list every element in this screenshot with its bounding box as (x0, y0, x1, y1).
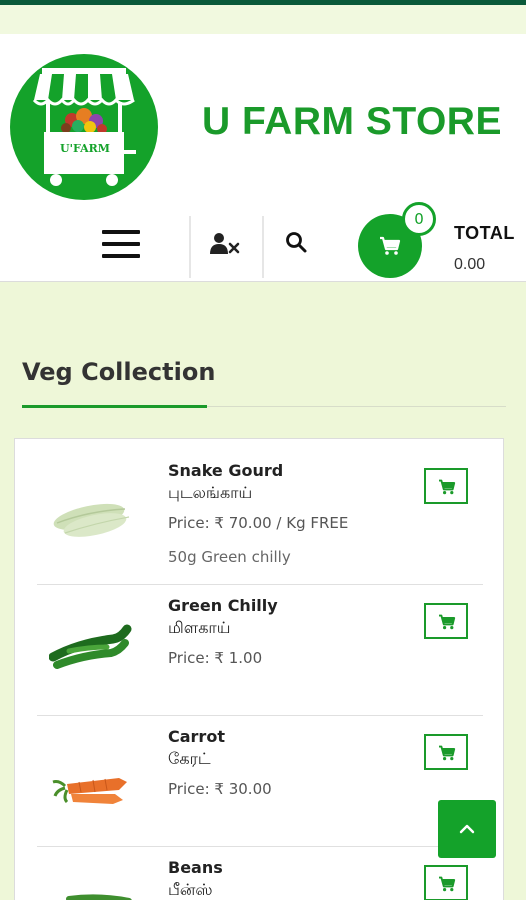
cart-icon (439, 479, 456, 495)
cart-icon (439, 745, 456, 761)
cart-count-badge: 0 (402, 202, 436, 236)
chevron-up-icon (459, 824, 475, 834)
site-header: U'FARM U FARM STORE 0 TOTAL 0.00 (0, 34, 526, 282)
product-name-tamil: பீன்ஸ் (168, 880, 213, 899)
section-title: Veg Collection (22, 358, 216, 386)
cart-icon (439, 614, 456, 630)
product-name[interactable]: Carrot (168, 727, 225, 746)
cart-icon (380, 236, 401, 255)
cart-icon (439, 876, 456, 892)
account-button[interactable] (210, 232, 242, 260)
total-value: 0.00 (454, 256, 486, 273)
nav-divider (189, 216, 191, 278)
add-to-cart-button[interactable] (424, 734, 468, 770)
product-price: Price: ₹ 1.00 (168, 649, 263, 667)
green-chilly-image (49, 624, 132, 669)
top-status-strip (0, 0, 526, 34)
product-name[interactable]: Beans (168, 858, 223, 877)
store-logo[interactable]: U'FARM (10, 54, 158, 200)
search-button[interactable] (284, 230, 312, 258)
user-times-icon (210, 233, 240, 254)
nav-divider (262, 216, 264, 278)
product-item[interactable]: Snake Gourd புடலங்காய் Price: ₹ 70.00 / … (37, 439, 483, 585)
snake-gourd-image (53, 503, 130, 537)
add-to-cart-button[interactable] (424, 603, 468, 639)
product-name-tamil: புடலங்காய் (168, 483, 253, 502)
hamburger-icon-bar (102, 242, 140, 246)
hamburger-icon-bar (102, 254, 140, 258)
store-title: U FARM STORE (202, 100, 502, 143)
carrot-image (52, 778, 127, 804)
hamburger-icon (102, 230, 140, 234)
nav-toolbar: 0 TOTAL 0.00 (0, 202, 526, 282)
product-name-tamil: மிளகாய் (168, 618, 231, 637)
product-item[interactable]: Carrot கேரட் Price: ₹ 30.00 (37, 716, 483, 847)
add-to-cart-button[interactable] (424, 865, 468, 900)
product-price: Price: ₹ 30.00 (168, 780, 272, 798)
add-to-cart-button[interactable] (424, 468, 468, 504)
product-price: Price: ₹ 70.00 / Kg FREE (168, 514, 349, 532)
product-name[interactable]: Snake Gourd (168, 461, 283, 480)
product-item[interactable]: Beans பீன்ஸ் (37, 847, 483, 900)
logo-text: U'FARM (60, 142, 110, 155)
store-cart-logo-icon (32, 68, 136, 186)
total-label: TOTAL (454, 223, 515, 243)
product-offer-note: 50g Green chilly (168, 548, 291, 566)
search-icon (286, 232, 307, 253)
product-item[interactable]: Green Chilly மிளகாய் Price: ₹ 1.00 (37, 585, 483, 716)
section-title-underline (22, 405, 207, 408)
product-list: Snake Gourd புடலங்காய் Price: ₹ 70.00 / … (14, 438, 504, 900)
product-name[interactable]: Green Chilly (168, 596, 278, 615)
product-name-tamil: கேரட் (168, 749, 211, 768)
menu-button[interactable] (102, 230, 140, 262)
beans-image (66, 894, 132, 900)
scroll-to-top-button[interactable] (438, 800, 496, 858)
